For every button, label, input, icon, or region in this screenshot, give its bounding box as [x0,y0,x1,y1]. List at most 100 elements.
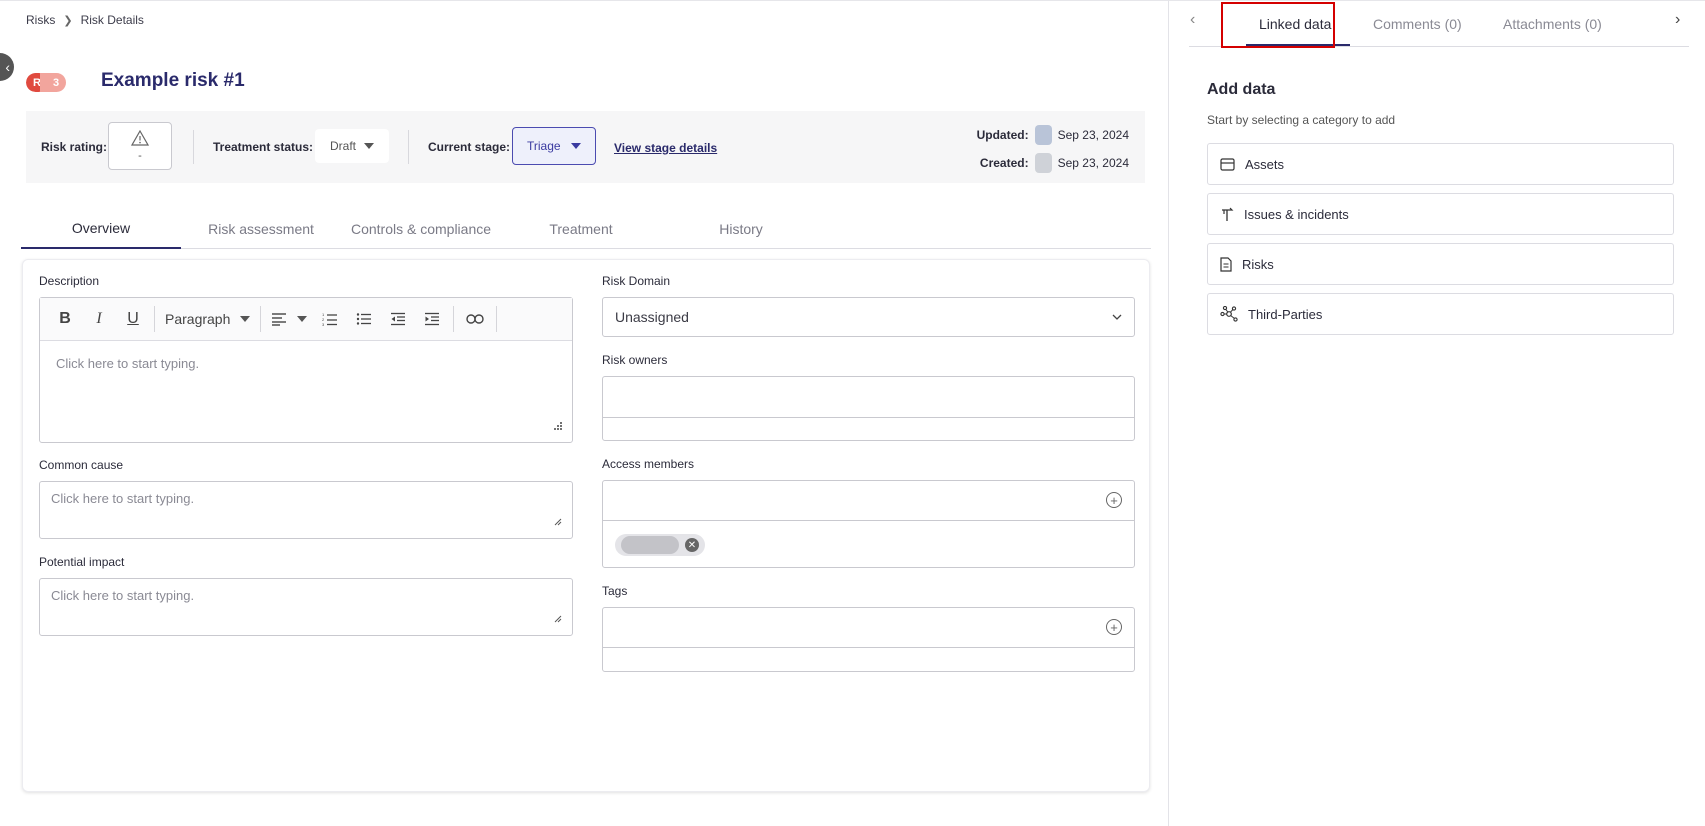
category-third-parties[interactable]: Third-Parties [1207,293,1674,335]
access-members-field: + ✕ [602,480,1135,568]
member-chip: ✕ [615,534,705,556]
tab-history[interactable]: History [661,209,821,249]
align-left-icon [272,313,287,326]
italic-button[interactable]: I [82,304,116,334]
access-members-input[interactable] [603,481,1134,521]
risk-owners-field[interactable] [602,376,1135,441]
svg-text:3: 3 [322,322,325,326]
updated-row: Updated: Sep 23, 2024 [977,125,1129,145]
remove-member-icon[interactable]: ✕ [685,538,699,552]
risk-domain-label: Risk Domain [602,274,671,288]
outdent-button[interactable] [381,304,415,334]
tab-controls-compliance[interactable]: Controls & compliance [341,209,501,249]
numbered-list-icon: 123 [322,312,338,326]
risk-id-badge: R 3 [26,73,66,92]
category-label: Third-Parties [1248,306,1323,322]
toolbar-divider [453,306,455,332]
breadcrumb: Risks ❯ Risk Details [26,13,144,27]
potential-impact-input[interactable]: Click here to start typing. [39,578,573,636]
add-data-title: Add data [1207,81,1276,98]
resize-handle-icon[interactable] [554,518,562,526]
description-editor: B I U Paragraph 123 Click here to start … [39,297,573,443]
caret-down-icon [570,143,581,149]
caret-down-icon [297,316,308,322]
document-icon [1220,256,1232,272]
collapse-sidebar-button[interactable]: ‹ [0,53,14,81]
toolbar-divider [260,306,262,332]
tab-overview[interactable]: Overview [21,209,181,249]
category-label: Assets [1245,156,1285,172]
indent-icon [425,312,440,326]
add-tag-icon[interactable]: + [1106,619,1122,635]
category-label: Issues & incidents [1244,206,1349,222]
common-cause-label: Common cause [39,458,124,472]
page-title: Example risk #1 [101,70,245,91]
tab-comments[interactable]: Comments (0) [1373,1,1462,47]
current-stage-dropdown[interactable]: Triage [512,127,596,165]
common-cause-placeholder: Click here to start typing. [51,491,195,506]
updated-label: Updated: [976,128,1029,142]
tags-input[interactable] [603,608,1134,648]
link-icon [466,314,485,324]
tags-label: Tags [602,584,628,598]
tags-field: + [602,607,1135,672]
resize-handle-icon[interactable] [554,615,562,623]
treatment-status-value: Draft [330,139,357,153]
breadcrumb-current: Risk Details [80,13,144,27]
description-label: Description [39,274,100,288]
avatar [621,536,679,554]
category-risks[interactable]: Risks [1207,243,1674,285]
add-member-icon[interactable]: + [1106,492,1122,508]
tab-risk-assessment[interactable]: Risk assessment [181,209,341,249]
potential-impact-placeholder: Click here to start typing. [51,588,195,603]
resize-handle-icon[interactable] [554,422,562,430]
issue-icon [1222,207,1234,221]
network-icon [1220,306,1238,322]
align-dropdown[interactable] [265,304,313,334]
chevron-right-icon: ❯ [63,14,73,27]
paragraph-dropdown[interactable]: Paragraph [159,304,256,334]
created-row: Created: Sep 23, 2024 [980,153,1129,173]
created-date: Sep 23, 2024 [1057,156,1129,170]
view-stage-details-link[interactable]: View stage details [614,141,717,155]
access-members-label: Access members [602,457,695,471]
link-button[interactable] [458,304,492,334]
category-issues-incidents[interactable]: Issues & incidents [1207,193,1674,235]
risk-badge-number: 3 [40,73,66,92]
main-pane: Risks ❯ Risk Details ‹ R 3 Example risk … [0,0,1168,826]
status-bar: Risk rating: - Treatment status: Draft C… [26,111,1145,183]
paragraph-label: Paragraph [165,311,231,327]
breadcrumb-risks-link[interactable]: Risks [26,13,55,27]
toolbar-divider [496,306,498,332]
treatment-status-label: Treatment status: [213,140,314,154]
underline-button[interactable]: U [116,304,150,334]
risk-rating-box[interactable]: - [108,122,172,170]
potential-impact-label: Potential impact [39,555,125,569]
risk-rating-label: Risk rating: [41,140,108,154]
indent-button[interactable] [415,304,449,334]
bold-button[interactable]: B [48,304,82,334]
bullet-list-button[interactable] [347,304,381,334]
updated-date: Sep 23, 2024 [1057,128,1129,142]
outdent-icon [391,312,406,326]
side-panel: ‹ Linked data Comments (0) Attachments (… [1168,0,1705,826]
treatment-status-dropdown[interactable]: Draft [315,129,390,163]
divider [408,130,409,164]
chevron-left-icon[interactable]: ‹ [1190,11,1195,29]
description-input[interactable]: Click here to start typing. [56,356,199,371]
field-divider [603,417,1134,418]
chevron-down-icon [1112,314,1122,320]
created-label: Created: [979,156,1029,170]
risk-owners-label: Risk owners [602,353,668,367]
chevron-right-icon[interactable]: › [1675,11,1680,29]
tab-treatment[interactable]: Treatment [501,209,661,249]
numbered-list-button[interactable]: 123 [313,304,347,334]
highlight-box [1221,2,1335,48]
tab-attachments[interactable]: Attachments (0) [1503,1,1602,47]
common-cause-input[interactable]: Click here to start typing. [39,481,573,539]
category-assets[interactable]: Assets [1207,143,1674,185]
caret-down-icon [240,316,251,322]
risk-domain-value: Unassigned [615,309,689,325]
risk-domain-select[interactable]: Unassigned [602,297,1135,337]
overview-form: Description B I U Paragraph 1 2 3 Click … [22,259,1150,792]
